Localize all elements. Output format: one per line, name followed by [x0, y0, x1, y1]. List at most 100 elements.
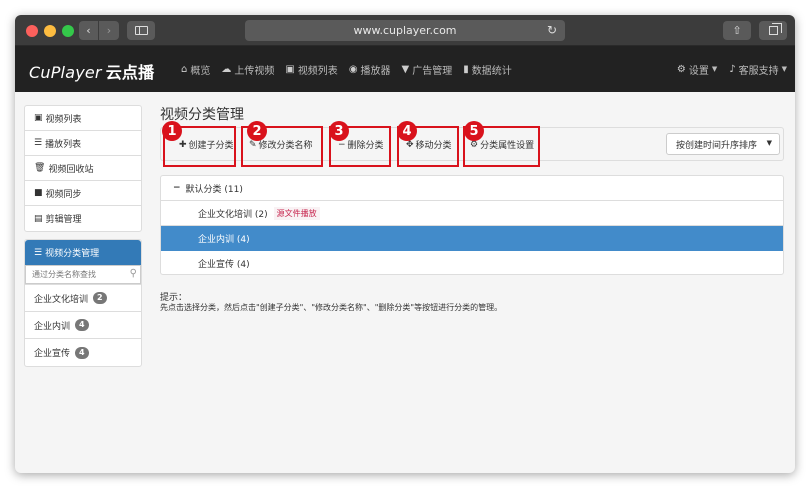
nav-item-settings[interactable]: ⚙ 设置 ▼ [677, 62, 717, 77]
step-number-badge: 1 [162, 121, 182, 141]
category-panel-header[interactable]: ☰ 视频分类管理 [25, 240, 141, 265]
nav-right: ⚙ 设置 ▼ ♪ 客服支持 ▼ [665, 46, 787, 92]
nav-item-player[interactable]: ◉ 播放器 [349, 62, 391, 77]
category-search: ⚲ [25, 265, 141, 285]
sort-order-value: 按创建时间升序排序 [676, 140, 758, 151]
sidebar-item-label: 播放列表 [45, 139, 82, 150]
nav-item-upload[interactable]: ☁ 上传视频 [221, 62, 274, 77]
url-text: www.cuplayer.com [353, 24, 457, 37]
category-item-label: 企业宣传 [34, 349, 71, 359]
category-tree: − 默认分类 (11) 企业文化培训 (2) 源文件播放 企业内训 (4) 企业… [160, 175, 784, 275]
bar-chart-icon: ▮ [463, 63, 469, 75]
category-item-label: 企业文化培训 [34, 294, 89, 305]
app-navbar: CuPlayer 云点播 ⌂ 概览 ☁ 上传视频 ▣ 视频列表 ◉ 播放器 ▼ 广… [15, 46, 795, 92]
zoom-window-button[interactable] [62, 25, 74, 37]
brand-name-cn: 云点播 [105, 63, 155, 82]
brand-logo[interactable]: CuPlayer 云点播 [29, 59, 154, 83]
sidebar-item-label: 视频列表 [45, 114, 82, 125]
sidebar-item-clip-manage[interactable]: ▤ 剪辑管理 [25, 206, 141, 231]
step-number-badge: 4 [397, 121, 417, 141]
tree-node-label: 默认分类 (11) [185, 184, 243, 195]
scissors-icon: ▤ [34, 213, 43, 224]
minimize-window-button[interactable] [44, 25, 56, 37]
tree-node-label: 企业文化培训 (2) [198, 209, 268, 220]
nav-item-label: 广告管理 [412, 65, 453, 77]
collapse-icon[interactable]: − [173, 183, 181, 193]
category-item[interactable]: 企业文化培训 2 [25, 285, 141, 312]
category-item[interactable]: 企业宣传 4 [25, 339, 141, 366]
history-buttons: ‹ › [79, 21, 119, 40]
reload-icon[interactable]: ↻ [547, 23, 557, 37]
sidebar-item-label: 剪辑管理 [45, 215, 82, 225]
tree-node-root[interactable]: − 默认分类 (11) [161, 176, 783, 201]
browser-toolbar: ‹ › www.cuplayer.com ↻ ⇧ [15, 15, 795, 46]
sidebar-item-video-list[interactable]: ▣ 视频列表 [25, 106, 141, 131]
tree-node[interactable]: 企业文化培训 (2) 源文件播放 [161, 201, 783, 226]
bell-icon: ♪ [729, 63, 736, 75]
nav-item-label: 上传视频 [234, 65, 275, 77]
nav-item-label: 播放器 [360, 65, 391, 77]
nav-item-overview[interactable]: ⌂ 概览 [181, 62, 210, 77]
search-icon[interactable]: ⚲ [130, 268, 137, 279]
count-badge: 4 [75, 319, 89, 331]
forward-button[interactable]: › [99, 21, 119, 40]
play-circle-icon: ◉ [348, 63, 358, 75]
sidebar-item-video-sync[interactable]: ■ 视频同步 [25, 181, 141, 206]
count-badge: 2 [93, 292, 107, 304]
home-icon: ⌂ [181, 63, 188, 75]
sidebar-menu: ▣ 视频列表 ☰ 播放列表 🗑 视频回收站 ■ 视频同步 ▤ 剪辑管理 [24, 105, 142, 232]
source-playback-tag: 源文件播放 [273, 206, 320, 220]
share-button[interactable]: ⇧ [723, 21, 751, 40]
tabs-button[interactable] [759, 21, 787, 40]
sidebar-item-playlist[interactable]: ☰ 播放列表 [25, 131, 141, 156]
close-window-button[interactable] [26, 25, 38, 37]
sidebar-item-recycle-bin[interactable]: 🗑 视频回收站 [25, 156, 141, 181]
tree-node-selected[interactable]: 企业内训 (4) [161, 226, 783, 251]
brand-name: CuPlayer [29, 63, 102, 82]
sidebar-toggle-button[interactable] [127, 21, 155, 40]
chevron-down-icon: ▼ [781, 65, 787, 73]
tree-node[interactable]: 企业宣传 (4) [161, 251, 783, 276]
nav-item-video-list[interactable]: ▣ 视频列表 [285, 62, 337, 77]
share-icon: ⇧ [732, 24, 742, 37]
film-icon: ▣ [34, 113, 43, 123]
gear-icon: ⚙ [676, 63, 686, 75]
sort-order-select[interactable]: 按创建时间升序排序 ▼ [666, 133, 780, 155]
tree-node-label: 企业内训 (4) [198, 234, 250, 245]
category-item-label: 企业内训 [34, 321, 71, 332]
list-icon: ☰ [34, 138, 43, 148]
category-panel-title: 视频分类管理 [45, 249, 100, 259]
hint-text: 先点击选择分类，然后点击"创建子分类"、"修改分类名称"、"删除分类"等按钮进行… [160, 303, 503, 312]
trash-icon: 🗑 [34, 163, 46, 173]
nav-item-label: 设置 [688, 65, 709, 77]
step-number-badge: 2 [247, 121, 267, 141]
upload-icon: ☁ [221, 63, 232, 75]
nav-item-ads[interactable]: ▼ 广告管理 [402, 62, 453, 77]
address-bar[interactable]: www.cuplayer.com ↻ [245, 20, 565, 41]
step-number-badge: 5 [464, 121, 484, 141]
nav-item-label: 数据统计 [471, 65, 512, 77]
video-sync-icon: ■ [34, 188, 43, 198]
chevron-down-icon: ▼ [766, 139, 772, 147]
sidebar-item-label: 视频回收站 [48, 164, 94, 175]
nav-item-stats[interactable]: ▮ 数据统计 [463, 62, 512, 77]
category-search-input[interactable] [25, 265, 141, 284]
film-icon: ▣ [285, 63, 295, 75]
count-badge: 4 [75, 346, 89, 359]
filter-icon: ▼ [401, 63, 410, 75]
sidebar-icon [134, 26, 148, 35]
category-item[interactable]: 企业内训 4 [25, 312, 141, 339]
list-icon: ☰ [34, 247, 43, 258]
back-button[interactable]: ‹ [79, 21, 99, 40]
tree-node-label: 企业宣传 (4) [198, 260, 250, 270]
chevron-down-icon: ▼ [711, 65, 718, 73]
chevron-right-icon: › [106, 24, 112, 37]
nav-item-label: 视频列表 [297, 65, 338, 77]
category-panel: ☰ 视频分类管理 ⚲ 企业文化培训 2 企业内训 4 企业宣传 4 [24, 239, 142, 367]
nav-item-support[interactable]: ♪ 客服支持 ▼ [729, 62, 787, 77]
sidebar-item-label: 视频同步 [45, 189, 82, 200]
browser-window: ‹ › www.cuplayer.com ↻ ⇧ CuPlayer 云点播 ⌂ 概… [15, 15, 795, 473]
tabs-icon [768, 23, 782, 35]
nav-item-label: 客服支持 [738, 65, 779, 77]
main-nav: ⌂ 概览 ☁ 上传视频 ▣ 视频列表 ◉ 播放器 ▼ 广告管理 ▮ 数据统计 [181, 46, 523, 92]
